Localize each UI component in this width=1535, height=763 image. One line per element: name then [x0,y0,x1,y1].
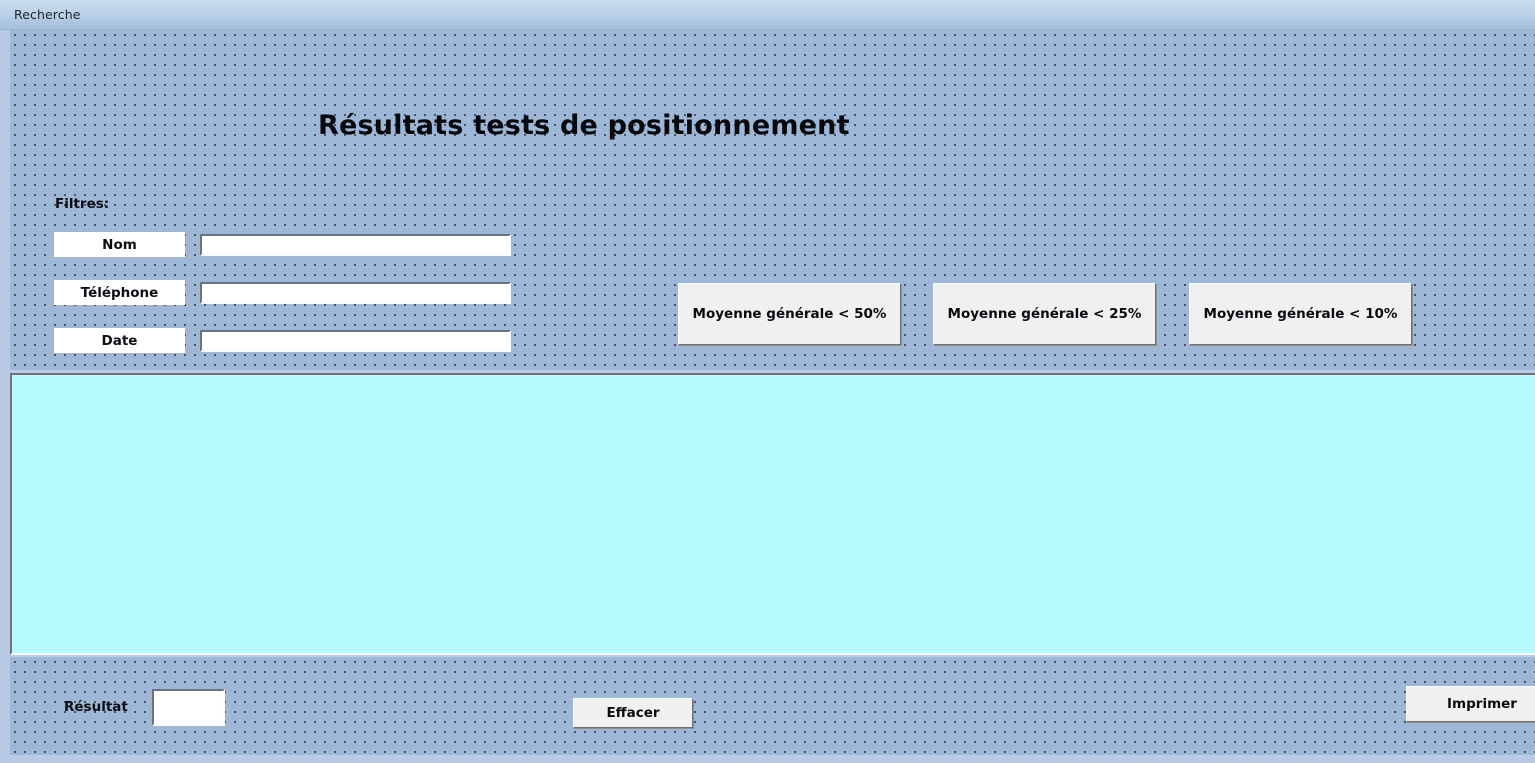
filter-input-nom[interactable] [200,234,511,256]
quick-filter-button-average-under-25[interactable]: Moyenne générale < 25% [933,283,1156,345]
window-titlebar: Recherche [0,0,1535,30]
application-window: Recherche Résultats tests de positionnem… [0,0,1535,763]
quick-filter-button-average-under-50-label: Moyenne générale < 50% [692,306,887,322]
filter-label-date-text: Date [101,332,138,349]
results-list[interactable] [10,373,1535,655]
clear-button-label: Effacer [606,705,660,721]
clear-button[interactable]: Effacer [573,698,693,728]
filters-panel: Résultats tests de positionnement Filtre… [10,30,1535,370]
filter-input-telephone[interactable] [200,282,511,304]
quick-filter-button-average-under-50[interactable]: Moyenne générale < 50% [678,283,901,345]
filter-label-telephone-text: Téléphone [80,284,159,301]
quick-filter-button-average-under-10-label: Moyenne générale < 10% [1203,306,1398,322]
print-button[interactable]: Imprimer [1406,686,1535,722]
footer-panel: Résultat Effacer Imprimer [10,657,1535,757]
result-count-field[interactable] [152,689,225,726]
filter-label-date: Date [54,328,185,353]
filter-label-nom-text: Nom [102,236,137,253]
quick-filter-button-average-under-25-label: Moyenne générale < 25% [947,306,1142,322]
filter-input-date[interactable] [200,330,511,352]
quick-filter-button-average-under-10[interactable]: Moyenne générale < 10% [1189,283,1412,345]
page-title: Résultats tests de positionnement [318,110,850,141]
result-count-label: Résultat [64,699,128,715]
print-button-label: Imprimer [1447,696,1517,712]
window-bottom-frame [0,755,1535,763]
filter-label-nom: Nom [54,232,185,257]
filters-section-label: Filtres: [55,196,110,212]
filter-label-telephone: Téléphone [54,280,185,305]
window-title: Recherche [14,7,81,22]
